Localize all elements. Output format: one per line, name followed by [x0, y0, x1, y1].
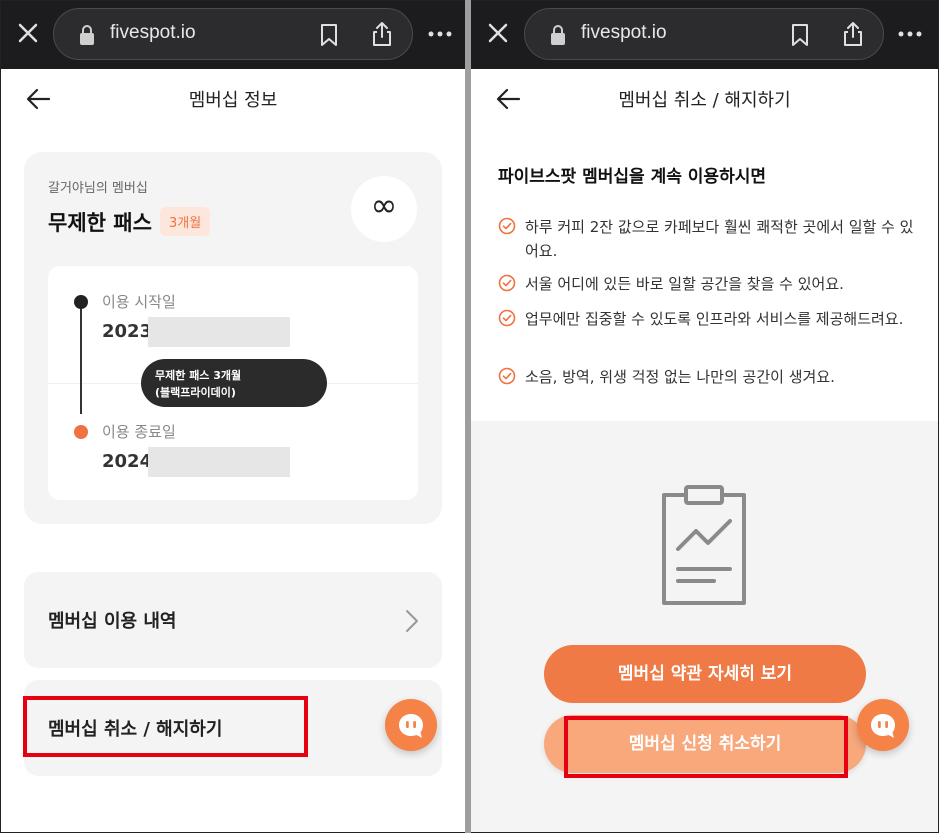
chat-icon — [399, 714, 423, 738]
benefit-item: 소음, 방역, 위생 걱정 없는 나만의 공간이 생겨요. — [498, 365, 918, 391]
owner-label: 갈거야님의 멤버십 — [48, 181, 148, 196]
chat-button[interactable] — [857, 699, 909, 751]
lock-icon — [551, 25, 565, 45]
close-icon[interactable] — [14, 19, 42, 47]
benefit-text: 하루 커피 2잔 값으로 카페보다 훨씬 쾌적한 곳에서 일할 수 있어요. — [525, 218, 914, 260]
benefits-heading: 파이브스팟 멤버십을 계속 이용하시면 — [498, 167, 766, 187]
page-title: 멤버십 취소 / 해지하기 — [618, 90, 791, 111]
tooltip-line-2: (블랙프라이데이) — [155, 386, 236, 399]
page-header: 멤버십 정보 — [1, 69, 465, 129]
clipboard-chart-icon — [662, 485, 746, 605]
infinity-badge: ∞ — [351, 176, 417, 242]
close-icon[interactable] — [484, 19, 512, 47]
tooltip-line-1: 무제한 패스 3개월 — [155, 369, 242, 382]
browser-toolbar: fivespot.io — [1, 1, 465, 69]
page-title: 멤버십 정보 — [188, 90, 278, 111]
benefit-item: 하루 커피 2잔 값으로 카페보다 훨씬 쾌적한 곳에서 일할 수 있어요. — [498, 215, 918, 265]
end-arrow-icon — [74, 425, 88, 439]
page-header: 멤버십 취소 / 해지하기 — [471, 69, 938, 129]
timeline-line — [80, 302, 82, 414]
chevron-right-icon — [406, 610, 418, 632]
chat-icon — [871, 714, 895, 738]
start-arrow-icon — [74, 295, 88, 309]
more-icon[interactable] — [897, 27, 923, 41]
lock-icon — [80, 25, 94, 45]
redacted-end-date — [148, 447, 290, 477]
bookmark-icon[interactable] — [318, 22, 340, 48]
browser-toolbar: fivespot.io — [471, 1, 938, 69]
chat-button[interactable] — [385, 699, 437, 751]
highlight-box — [564, 716, 848, 778]
address-bar[interactable]: fivespot.io — [53, 8, 413, 60]
usage-history-item[interactable]: 멤버십 이용 내역 — [24, 572, 442, 668]
usage-history-label: 멤버십 이용 내역 — [48, 611, 177, 632]
share-icon[interactable] — [370, 20, 394, 48]
benefit-text: 업무에만 집중할 수 있도록 인프라와 서비스를 제공해드려요. — [525, 310, 904, 328]
check-icon — [498, 309, 516, 327]
address-bar[interactable]: fivespot.io — [524, 8, 884, 60]
bookmark-icon[interactable] — [789, 22, 811, 48]
infinity-icon: ∞ — [370, 186, 398, 224]
benefit-item: 업무에만 집중할 수 있도록 인프라와 서비스를 제공해드려요. — [498, 307, 918, 357]
url-text: fivespot.io — [110, 22, 196, 43]
period-box: 이용 시작일 2023. 이용 종료일 2024. 무제한 패스 3개월 (블랙… — [48, 266, 418, 500]
view-terms-button[interactable]: 멤버십 약관 자세히 보기 — [544, 645, 866, 703]
check-icon — [498, 217, 516, 235]
left-screen: fivespot.io 멤버십 정보 갈거야님의 멤버십 무제한 패스 3개월 … — [0, 0, 465, 833]
benefit-text: 소음, 방역, 위생 걱정 없는 나만의 공간이 생겨요. — [525, 368, 835, 386]
share-icon[interactable] — [841, 20, 865, 48]
check-icon — [498, 367, 516, 385]
duration-badge: 3개월 — [160, 207, 211, 236]
more-icon[interactable] — [427, 27, 453, 41]
end-date-label: 이용 종료일 — [102, 423, 176, 441]
check-icon — [498, 274, 516, 292]
highlight-box — [23, 696, 308, 757]
right-screen: fivespot.io 멤버십 취소 / 해지하기 파이브스팟 멤버십을 계속 … — [471, 0, 939, 833]
benefit-text: 서울 어디에 있든 바로 일할 공간을 찾을 수 있어요. — [525, 275, 844, 293]
start-date-label: 이용 시작일 — [102, 293, 176, 311]
url-text: fivespot.io — [581, 22, 667, 43]
membership-card: 갈거야님의 멤버십 무제한 패스 3개월 ∞ 이용 시작일 2023. 이용 종… — [24, 152, 442, 524]
plan-tooltip: 무제한 패스 3개월 (블랙프라이데이) — [141, 359, 327, 407]
pass-name: 무제한 패스 — [48, 211, 152, 235]
benefit-item: 서울 어디에 있든 바로 일할 공간을 찾을 수 있어요. — [498, 272, 918, 298]
redacted-start-date — [148, 317, 290, 347]
